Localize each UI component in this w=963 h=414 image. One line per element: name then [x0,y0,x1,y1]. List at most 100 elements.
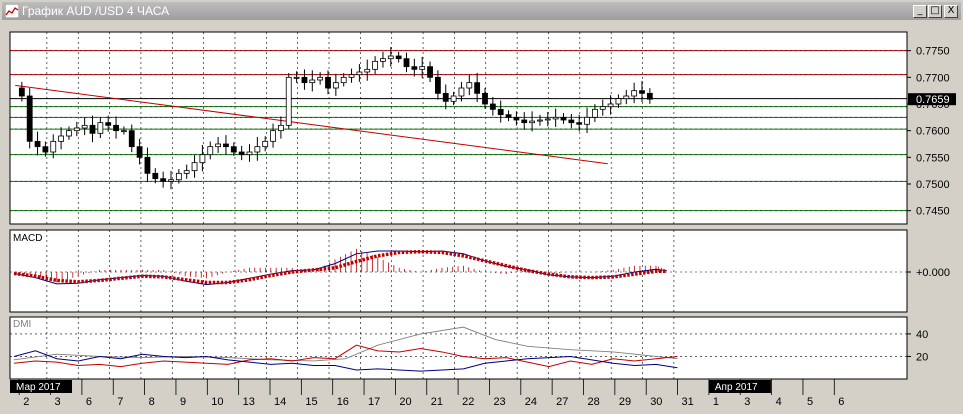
candle-body [576,122,583,125]
candle-body [646,92,653,100]
candle-body [121,130,127,133]
price-plot-area[interactable] [9,31,908,225]
candle-body [207,146,214,156]
candle-body [97,122,104,134]
day-label-10: 16 [337,396,349,408]
candle[interactable] [285,73,292,130]
chart-area: 0.77500.77000.76500.76000.75500.75000.74… [0,20,963,414]
candle-body [372,60,379,70]
day-label-8: 14 [274,396,286,408]
day-label-16: 24 [525,396,537,408]
candle-body [66,130,72,137]
candle-body [584,116,590,125]
day-label-4: 8 [149,396,155,408]
day-label-19: 29 [619,396,631,408]
price-tick-label-4: 0.7550 [916,152,950,164]
candle-body [544,118,551,121]
day-label-7: 13 [243,396,255,408]
day-label-1: 3 [55,396,61,408]
price-tick-label-3: 0.7600 [916,126,950,138]
macd-plot-area[interactable] [9,229,908,313]
dmi-tick-label-1: 20 [916,351,928,363]
candle-body [387,55,394,60]
candle-body [175,172,182,181]
candle-body [81,124,88,129]
candle-body [623,95,630,100]
price-panel[interactable]: 0.77500.77000.76500.76000.75500.75000.74… [9,31,956,225]
candle-body [458,87,465,97]
candle-body [128,130,135,148]
day-label-5: 9 [180,396,186,408]
day-label-15: 23 [493,396,505,408]
candle-body [293,76,300,79]
candle-body [631,90,638,97]
day-label-23: 3 [744,396,750,408]
candle-body [364,68,371,73]
candle-body [18,87,25,97]
window-title: График AUD /USD 4 ЧАСА [22,4,170,18]
dmi-plot-area[interactable] [9,316,908,380]
candle-body [105,122,112,126]
candle-body [639,90,645,94]
candle-body [450,95,457,102]
day-label-21: 31 [682,396,694,408]
month-label-0: Мар 2017 [16,382,61,393]
candle-body [395,55,402,60]
day-label-3: 7 [117,396,123,408]
price-tick-label-1: 0.7700 [916,72,950,84]
day-label-26: 6 [838,396,844,408]
candle-body [215,143,222,148]
day-label-22: 1 [713,396,719,408]
price-tick-label-5: 0.7500 [916,179,950,191]
candle-body [466,82,473,89]
candle-body [277,124,284,132]
candle-body [419,66,426,70]
candle-body [615,98,622,105]
day-label-24: 4 [776,396,782,408]
candle-body [58,135,64,142]
candle-body [592,108,598,118]
dmi-tick-label-0: 40 [916,329,928,341]
day-label-25: 5 [807,396,813,408]
price-tick-label-6: 0.7450 [916,206,950,218]
dmi-label: DMI [13,319,31,330]
candle-body [89,124,96,134]
candle-body [482,92,488,105]
candle-body [26,95,33,142]
chart-app-icon [5,4,19,18]
candle-body [403,58,410,68]
macd-label: MACD [13,233,42,244]
candle-body [356,71,363,76]
candle-body [152,172,159,180]
candle-body [411,66,418,70]
candle-body [568,119,575,124]
candle-body [340,76,347,84]
macd-zero-label: +0.000 [916,267,950,279]
candle-body [223,143,229,148]
candle-body [529,120,535,124]
close-button[interactable]: X [944,5,958,18]
candle-body [317,76,324,81]
macd-panel[interactable]: MACD +0.000 [9,229,950,313]
day-label-9: 15 [305,396,317,408]
candle-body [199,154,206,164]
chart-window: График AUD /USD 4 ЧАСА _ □ X 0.7750 0.770… [0,0,963,414]
minimize-button[interactable]: _ [913,5,927,18]
candle[interactable] [26,88,33,149]
candle-body [599,106,606,110]
candle-body [560,116,567,121]
price-tick-label-0: 0.7750 [916,46,950,58]
candle-body [434,76,441,94]
candle-body [505,114,512,118]
candle-body [191,162,198,172]
day-label-0: 2 [23,396,29,408]
day-label-2: 6 [86,396,92,408]
candle-body [489,103,496,110]
dmi-panel[interactable]: 40 20 DMI [9,316,928,380]
candle-body [183,170,190,174]
maximize-button[interactable]: □ [928,5,942,18]
candle-body [442,92,449,102]
current-price-label: 0.7659 [916,94,950,106]
candle-body [73,127,80,132]
day-label-18: 28 [588,396,600,408]
